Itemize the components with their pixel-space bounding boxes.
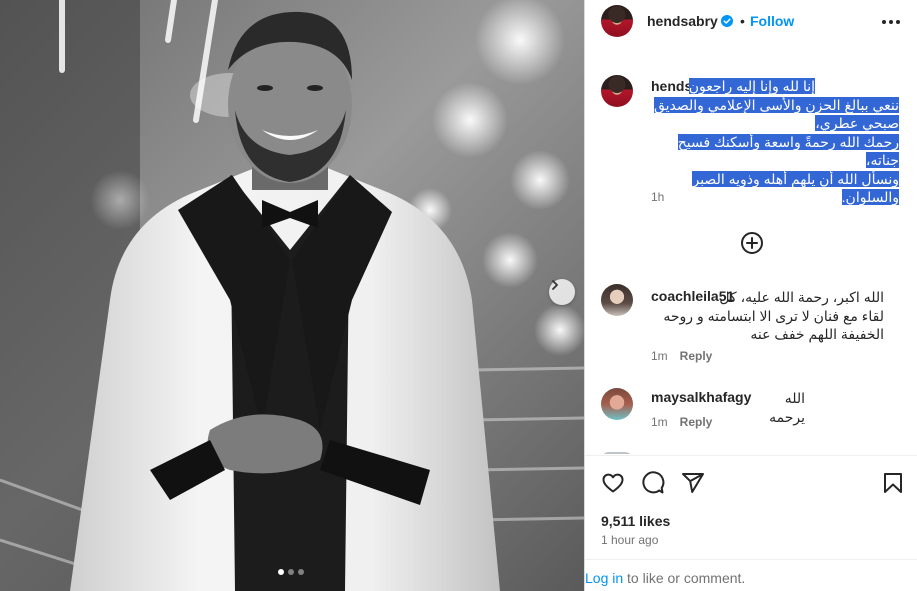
caption-line: ننعي ببالغ الحزن والأسى الإعلامي والصديق bbox=[653, 96, 899, 113]
next-comment-avatar-partial bbox=[601, 452, 633, 454]
comment-icon[interactable] bbox=[641, 471, 665, 495]
commenter-avatar[interactable] bbox=[601, 388, 633, 420]
login-prompt-text: Log in to like or comment. bbox=[585, 570, 745, 586]
commenter-username[interactable]: maysalkhafagy bbox=[651, 389, 751, 405]
comments-section[interactable]: hendsabry إنا لله وإنا إليه راجعون ننعي … bbox=[585, 62, 917, 454]
caption-author-avatar[interactable] bbox=[601, 75, 633, 107]
comment-meta: 1m Reply bbox=[651, 349, 712, 363]
comment-line: لقاء مع فنان لا ترى الا ابتسامته و روحه bbox=[663, 307, 884, 324]
comment-text: الله يرحمه bbox=[745, 389, 805, 426]
comment-line: الخفيفة اللهم خفف عنه bbox=[750, 326, 884, 342]
post-actions: 9,511 likes 1 hour ago Log in to like or… bbox=[585, 455, 917, 591]
caption-timestamp[interactable]: 1h bbox=[651, 190, 664, 204]
comment-timestamp[interactable]: 1m bbox=[651, 349, 668, 363]
author-username[interactable]: hendsabry bbox=[647, 13, 733, 29]
caption-line: والسلوان. bbox=[841, 189, 899, 205]
chevron-right-icon bbox=[552, 280, 558, 290]
more-options-button[interactable] bbox=[881, 12, 901, 32]
photo-scene bbox=[0, 0, 584, 591]
login-link[interactable]: Log in bbox=[585, 570, 623, 586]
commenter-avatar[interactable] bbox=[601, 284, 633, 316]
load-more-comments-icon[interactable] bbox=[740, 231, 764, 255]
post-photo[interactable] bbox=[0, 0, 584, 591]
follow-button[interactable]: Follow bbox=[750, 13, 794, 29]
reply-button[interactable]: Reply bbox=[680, 349, 713, 363]
caption-line: رحمك الله رحمةً واسعة وأسكنك فسيح جناته، bbox=[677, 133, 899, 168]
comment-meta: 1m Reply bbox=[651, 415, 712, 429]
header-separator: • bbox=[740, 13, 745, 29]
caption-line: إنا لله وإنا إليه راجعون bbox=[688, 78, 815, 94]
comment-line: الله يرحمه bbox=[769, 390, 805, 425]
login-prompt-rest: to like or comment. bbox=[623, 570, 746, 586]
caption-line: ونسأل الله أن يلهم أهله وذويه الصبر bbox=[692, 170, 899, 187]
post-timestamp[interactable]: 1 hour ago bbox=[601, 533, 658, 547]
more-horizontal-icon bbox=[882, 20, 900, 24]
caption-text: إنا لله وإنا إليه راجعون ننعي ببالغ الحز… bbox=[651, 77, 899, 207]
carousel-dot-active bbox=[278, 569, 284, 575]
post-side-panel: hendsabry • Follow hendsabry إنا لله وإن… bbox=[584, 0, 917, 591]
caption-line: صبحي عطري، bbox=[815, 115, 899, 131]
likes-count[interactable]: 9,511 likes bbox=[601, 513, 670, 529]
reply-button[interactable]: Reply bbox=[680, 415, 713, 429]
author-avatar[interactable] bbox=[601, 5, 633, 37]
share-icon[interactable] bbox=[681, 471, 705, 495]
verified-badge-icon bbox=[720, 15, 733, 27]
comment-timestamp[interactable]: 1m bbox=[651, 415, 668, 429]
login-prompt: Log in to like or comment. bbox=[585, 559, 917, 591]
comment-text: الله اكبر، رحمة الله عليه، كل لقاء مع فن… bbox=[651, 288, 884, 344]
comment-line: الله اكبر، رحمة الله عليه، كل bbox=[719, 289, 884, 305]
next-slide-button[interactable] bbox=[549, 279, 575, 305]
carousel-dots bbox=[278, 569, 304, 575]
post-header: hendsabry • Follow bbox=[585, 0, 917, 44]
heart-icon[interactable] bbox=[601, 471, 625, 495]
save-bookmark-icon[interactable] bbox=[881, 471, 905, 495]
carousel-dot bbox=[298, 569, 304, 575]
carousel-dot bbox=[288, 569, 294, 575]
